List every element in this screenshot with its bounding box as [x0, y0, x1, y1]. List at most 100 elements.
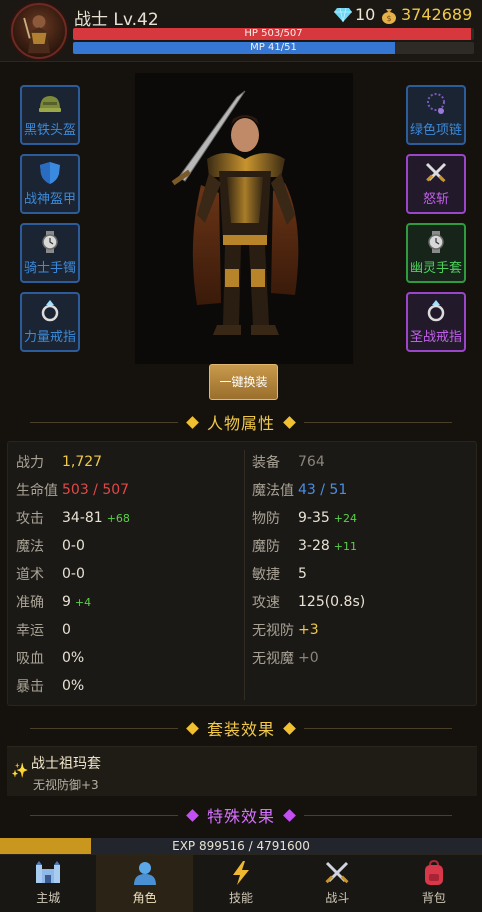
attr-key: 攻击: [16, 511, 44, 527]
attr-row-hp: 生命值 503 / 507: [16, 480, 129, 500]
attr-row-magic: 魔法 0-0: [16, 536, 85, 556]
hp-text: HP 503/507: [244, 28, 303, 39]
attr-key: 生命值: [16, 483, 58, 499]
gold-count: 3742689: [401, 5, 473, 24]
attr-value: +0: [298, 650, 319, 666]
attr-key: 吸血: [16, 651, 44, 667]
equip-slot-label: 幽灵手套: [409, 261, 462, 276]
attr-row-agility: 敏捷 5: [252, 564, 307, 584]
attr-key: 战力: [16, 455, 44, 471]
ring-icon: [22, 294, 78, 328]
nav-item-character[interactable]: 角色: [96, 855, 193, 912]
divider: [304, 814, 452, 816]
nav-label: 角色: [132, 891, 157, 905]
attr-key: 无视防: [252, 623, 294, 639]
diamond-icon: [334, 7, 352, 22]
attr-key: 道术: [16, 567, 44, 583]
backpack-icon: [386, 855, 482, 889]
attr-value: 34-81: [62, 510, 103, 526]
attr-row-magic-def: 魔防 3-28 +11: [252, 536, 357, 556]
attr-key: 魔法: [16, 539, 44, 555]
attr-row-ignore-magic: 无视魔 +0: [252, 648, 319, 668]
equip-slot-gloves[interactable]: 幽灵手套: [406, 223, 466, 283]
bracelet-icon: [408, 225, 464, 259]
equip-slot-label: 骑士手镯: [23, 261, 76, 276]
equip-slot-ring-left[interactable]: 力量戒指: [20, 292, 80, 352]
set-effect-section-title: 套装效果: [0, 716, 482, 740]
equip-slot-label: 黑铁头盔: [23, 123, 76, 138]
column-divider: [244, 450, 245, 700]
mp-text: MP 41/51: [250, 42, 297, 53]
nav-item-skills[interactable]: 技能: [193, 855, 289, 912]
attr-row-crit: 暴击 0%: [16, 676, 84, 696]
hp-bar: HP 503/507: [73, 28, 474, 40]
castle-icon: [0, 855, 96, 889]
nav-item-main-city[interactable]: 主城: [0, 855, 96, 912]
nav-item-backpack[interactable]: 背包: [386, 855, 482, 912]
svg-text:$: $: [386, 14, 391, 23]
set-effect-text: 无视防御+3: [33, 778, 99, 792]
attr-value: 5: [298, 566, 307, 582]
status-header: 战士 Lv.42 10 $ 3742689 HP 503/507 MP 41/5…: [0, 0, 482, 62]
money-bag-icon: $: [382, 8, 396, 24]
person-icon: [96, 855, 192, 889]
attr-key: 无视魔: [252, 651, 294, 667]
diamond-ornament-icon: [283, 808, 296, 822]
equip-slot-weapon[interactable]: 怒斩: [406, 154, 466, 214]
diamond-ornament-icon: [186, 808, 199, 822]
attr-value: 9-35: [298, 510, 330, 526]
shield-icon: [22, 156, 78, 190]
attr-row-attack: 攻击 34-81 +68: [16, 508, 130, 528]
attr-key: 暴击: [16, 679, 44, 695]
warrior-portrait-icon: [23, 15, 51, 54]
attr-key: 物防: [252, 511, 280, 527]
equip-slot-label: 圣战戒指: [409, 330, 462, 345]
equip-slot-ring-right[interactable]: 圣战戒指: [406, 292, 466, 352]
set-name: 战士祖玛套: [31, 756, 101, 772]
gem-count: 10: [355, 5, 376, 24]
divider: [304, 727, 452, 729]
equip-slot-helmet[interactable]: 黑铁头盔: [20, 85, 80, 145]
diamond-ornament-icon: [186, 415, 199, 429]
warrior-figure-icon: [171, 90, 299, 335]
attr-key: 幸运: [16, 623, 44, 639]
nav-label: 背包: [421, 891, 446, 905]
diamond-ornament-icon: [283, 721, 296, 735]
section-title-text: 特殊效果: [206, 807, 275, 826]
character-model: [135, 73, 353, 364]
exp-bar: EXP 899516 / 4791600: [0, 838, 482, 854]
bracelet-icon: [22, 225, 78, 259]
attr-value: 9: [62, 594, 71, 610]
gem-counter: 10: [334, 5, 375, 24]
attr-value: 3-28: [298, 538, 330, 554]
divider: [29, 814, 178, 816]
exp-text: EXP 899516 / 4791600: [172, 839, 310, 853]
attr-value: 1,727: [62, 454, 103, 470]
sparkle-icon: ✨: [11, 763, 29, 779]
attr-row-equip-score: 装备 764: [252, 452, 325, 472]
gold-counter: $ 3742689: [380, 5, 472, 24]
avatar[interactable]: [11, 3, 67, 59]
attr-value: 43 / 51: [298, 482, 348, 498]
attr-row-ignore-def: 无视防 +3: [252, 620, 319, 640]
attr-bonus: +11: [333, 539, 357, 553]
attr-value: 764: [298, 454, 325, 470]
necklace-icon: [408, 87, 464, 121]
nav-item-battle[interactable]: 战斗: [289, 855, 385, 912]
nav-label: 战斗: [325, 891, 350, 905]
attributes-section-title: 人物属性: [0, 410, 482, 434]
attr-row-attack-speed: 攻速 125(0.8s): [252, 592, 365, 612]
attr-bonus: +4: [74, 595, 92, 609]
equip-slot-armor[interactable]: 战神盔甲: [20, 154, 80, 214]
equip-all-button[interactable]: 一键换装: [209, 364, 278, 400]
attr-value: +3: [298, 622, 319, 638]
equip-slot-bracelet[interactable]: 骑士手镯: [20, 223, 80, 283]
equip-slot-necklace[interactable]: 绿色项链: [406, 85, 466, 145]
attr-row-luck: 幸运 0: [16, 620, 71, 640]
attr-row-mp: 魔法值 43 / 51: [252, 480, 347, 500]
crossed-swords-icon: [289, 855, 385, 889]
attr-key: 敏捷: [252, 567, 280, 583]
attr-value: 0-0: [62, 538, 85, 554]
attr-row-accuracy: 准确 9 +4: [16, 592, 91, 612]
attr-bonus: +24: [333, 511, 357, 525]
